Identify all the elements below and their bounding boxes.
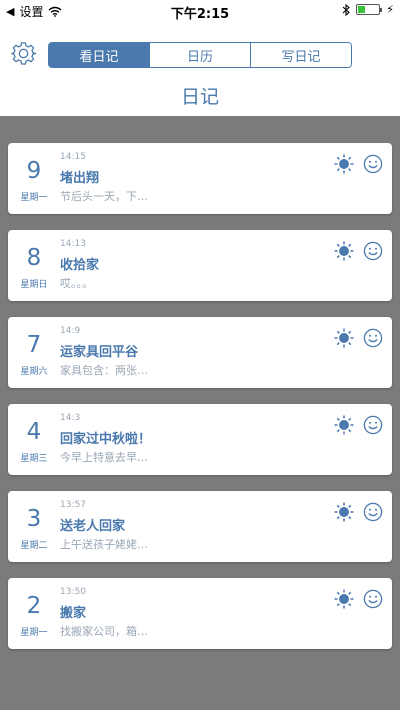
entry-weekday: 星期日: [20, 280, 48, 290]
entry-snippet: 上午送孩子姥姥…: [60, 538, 148, 551]
charging-icon: ⚡: [386, 3, 394, 16]
sun-icon: [334, 154, 354, 174]
header: 看日记 日历 写日记 日记: [0, 22, 400, 116]
entry-title: 运家具回平谷: [60, 345, 139, 360]
entry-weekday: 星期一: [20, 628, 48, 638]
entry-time: 14:15: [60, 152, 86, 162]
entry-time: 13:57: [60, 500, 86, 510]
entry-weekday: 星期二: [20, 541, 48, 551]
entry-day: 7: [26, 332, 42, 358]
entry-day: 4: [26, 419, 42, 445]
entry-snippet: 节后头一天，下…: [60, 190, 148, 203]
entry-snippet: 哎。。。: [60, 277, 93, 290]
entry-title: 搬家: [60, 606, 87, 621]
diary-entry-card[interactable]: 9 星期一 14:15 堵出翔 节后头一天，下…: [8, 143, 392, 214]
sun-icon: [334, 589, 354, 609]
status-right: ⚡: [342, 3, 394, 16]
entry-snippet: 找搬家公司，箱…: [60, 625, 148, 638]
tab-calendar[interactable]: 日历: [149, 43, 250, 67]
entry-time: 13:50: [60, 587, 86, 597]
entry-title: 收拾家: [60, 258, 100, 273]
entry-time: 14:9: [60, 326, 81, 336]
tab-write-diary[interactable]: 写日记: [250, 43, 351, 67]
sun-icon: [334, 241, 354, 261]
entry-day: 8: [26, 245, 42, 271]
page-title: 日记: [180, 86, 219, 108]
entry-snippet: 今早上特意去早…: [60, 451, 148, 464]
entry-day: 2: [26, 593, 42, 619]
sun-icon: [334, 502, 354, 522]
entry-weekday: 星期一: [20, 193, 48, 203]
smile-icon: [363, 154, 383, 174]
entry-day: 9: [26, 158, 42, 184]
entry-title: 堵出翔: [60, 171, 100, 186]
entry-day: 3: [26, 506, 42, 532]
sun-icon: [334, 415, 354, 435]
tab-view-diary[interactable]: 看日记: [49, 43, 149, 67]
sun-icon: [334, 328, 354, 348]
status-time: 下午2:15: [170, 7, 230, 22]
smile-icon: [363, 415, 383, 435]
entry-title: 回家过中秋啦！: [60, 432, 152, 447]
diary-list: 9 星期一 14:15 堵出翔 节后头一天，下… 8 星期日 14:13 收拾家…: [0, 116, 400, 710]
bluetooth-icon: [342, 3, 351, 16]
diary-entry-card[interactable]: 2 星期一 13:50 搬家 找搬家公司，箱…: [8, 578, 392, 649]
entry-weekday: 星期六: [20, 367, 48, 377]
entry-time: 14:3: [60, 413, 81, 423]
diary-entry-card[interactable]: 7 星期六 14:9 运家具回平谷 家具包含：两张…: [8, 317, 392, 388]
diary-entry-card[interactable]: 4 星期三 14:3 回家过中秋啦！ 今早上特意去早…: [8, 404, 392, 475]
battery-level: [358, 6, 366, 13]
view-segmented-control: 看日记 日历 写日记: [48, 42, 352, 68]
smile-icon: [363, 589, 383, 609]
diary-entry-card[interactable]: 8 星期日 14:13 收拾家 哎。。。: [8, 230, 392, 301]
smile-icon: [363, 502, 383, 522]
diary-entry-card[interactable]: 3 星期二 13:57 送老人回家 上午送孩子姥姥…: [8, 491, 392, 562]
status-bar: ◀ 设置 下午2:15 ⚡: [0, 0, 400, 22]
entry-snippet: 家具包含：两张…: [60, 364, 148, 377]
entry-time: 14:13: [60, 239, 86, 249]
entry-weekday: 星期三: [20, 454, 48, 464]
battery-icon: [356, 4, 383, 15]
entry-title: 送老人回家: [60, 519, 126, 534]
gear-icon[interactable]: [11, 41, 37, 67]
smile-icon: [363, 328, 383, 348]
smile-icon: [363, 241, 383, 261]
